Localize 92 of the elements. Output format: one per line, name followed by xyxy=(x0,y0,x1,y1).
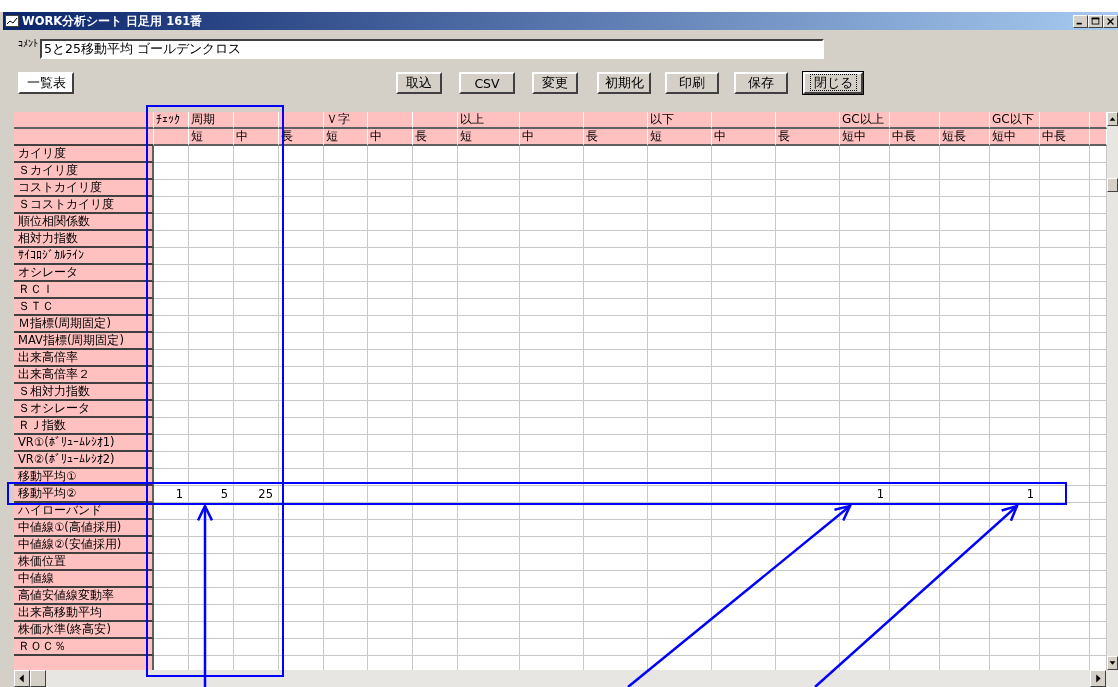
row-header: 高値安値線変動率 xyxy=(14,588,154,605)
command-button[interactable]: CSV xyxy=(459,72,515,94)
row-header: 中値線①(高値採用) xyxy=(14,520,154,537)
maximize-button[interactable] xyxy=(1088,14,1103,28)
chart-icon xyxy=(5,15,19,27)
row-header: 相対力指数 xyxy=(14,231,154,248)
column-group-header: ﾁｪｯｸ xyxy=(154,112,189,129)
table-cell: 5 xyxy=(189,486,234,503)
row-header: 出来高倍率２ xyxy=(14,367,154,384)
column-header: 長 xyxy=(776,129,840,146)
column-group-header: GC以下 xyxy=(990,112,1040,129)
row-header: オシレータ xyxy=(14,265,154,282)
header-cell xyxy=(520,112,584,129)
comment-field[interactable]: 5と25移動平均 ゴールデンクロス xyxy=(40,39,824,59)
table-cell: 1 xyxy=(990,486,1040,503)
column-header: 中 xyxy=(712,129,776,146)
column-header: 中 xyxy=(234,129,279,146)
row-header: 移動平均② xyxy=(14,486,154,503)
row-header: MAV指標(周期固定) xyxy=(14,333,154,350)
row-header: 順位相関係数 xyxy=(14,214,154,231)
command-button[interactable]: 取込 xyxy=(396,72,442,94)
row-header: 出来高移動平均 xyxy=(14,605,154,622)
row-header: コストカイリ度 xyxy=(14,180,154,197)
row-header: 出来高倍率 xyxy=(14,350,154,367)
column-group-header: GC以上 xyxy=(840,112,890,129)
column-header: 短 xyxy=(458,129,520,146)
scroll-right-icon[interactable] xyxy=(1090,670,1106,687)
window-title: WORK分析シート 日足用 161番 xyxy=(22,13,204,29)
row-header: カイリ度 xyxy=(14,146,154,163)
minimize-button[interactable] xyxy=(1073,14,1088,28)
command-button[interactable]: 変更 xyxy=(532,72,578,94)
row-header: Ｓカイリ度 xyxy=(14,163,154,180)
header-cell xyxy=(1040,112,1090,129)
column-header: 中長 xyxy=(890,129,940,146)
column-header: 長 xyxy=(584,129,648,146)
command-button[interactable]: 閉じる xyxy=(803,72,863,94)
column-header: 中 xyxy=(368,129,413,146)
column-group-header: 以下 xyxy=(648,112,712,129)
header-cell xyxy=(234,112,279,129)
command-button[interactable]: 印刷 xyxy=(665,72,719,94)
row-header: 株価水準(終高安) xyxy=(14,622,154,639)
header-cell xyxy=(279,112,324,129)
row-header: 中値線 xyxy=(14,571,154,588)
command-button[interactable]: 初期化 xyxy=(597,72,651,94)
row-header: ｻｲｺﾛｼﾞｶﾙﾗｲﾝ xyxy=(14,248,154,265)
table-cell: 1 xyxy=(840,486,890,503)
row-header: Ｓコストカイリ度 xyxy=(14,197,154,214)
scroll-left-icon[interactable] xyxy=(14,670,30,687)
horizontal-scrollbar[interactable] xyxy=(14,670,1118,687)
scroll-thumb[interactable] xyxy=(1107,178,1118,192)
row-header: VR①(ﾎﾞﾘｭｰﾑﾚｼｵ1) xyxy=(14,435,154,452)
scroll-up-icon[interactable] xyxy=(1107,112,1118,126)
scroll-thumb[interactable] xyxy=(30,670,46,687)
column-header: 短中 xyxy=(990,129,1040,146)
column-header: 中長 xyxy=(1040,129,1090,146)
row-header: Ｓオシレータ xyxy=(14,401,154,418)
header-cell xyxy=(368,112,413,129)
column-header: 短 xyxy=(648,129,712,146)
column-header: 短 xyxy=(324,129,368,146)
comment-label: ｺﾒﾝﾄ xyxy=(18,38,38,49)
row-header: ＳＴＣ xyxy=(14,299,154,316)
column-header: 短 xyxy=(189,129,234,146)
row-header: ＲＯＣ％ xyxy=(14,639,154,656)
row-header: ＲＣＩ xyxy=(14,282,154,299)
row-header: 株価位置 xyxy=(14,554,154,571)
row-header: ＲＪ指数 xyxy=(14,418,154,435)
header-cell xyxy=(413,112,458,129)
column-group-header: 以上 xyxy=(458,112,520,129)
scroll-down-icon[interactable] xyxy=(1107,656,1118,670)
command-button[interactable]: 保存 xyxy=(734,72,788,94)
column-group-header: Ｖ字 xyxy=(324,112,368,129)
header-cell xyxy=(940,112,990,129)
table-cell: 1 xyxy=(154,486,189,503)
column-header: 短長 xyxy=(940,129,990,146)
close-button[interactable] xyxy=(1103,14,1118,28)
row-header: VR②(ﾎﾞﾘｭｰﾑﾚｼｵ2) xyxy=(14,452,154,469)
column-header: 短中 xyxy=(840,129,890,146)
row-header: Ｍ指標(周期固定) xyxy=(14,316,154,333)
list-button[interactable]: 一覧表 xyxy=(18,72,74,94)
header-cell xyxy=(584,112,648,129)
row-header: Ｓ相対力指数 xyxy=(14,384,154,401)
vertical-scrollbar[interactable] xyxy=(1107,112,1118,670)
header-cell xyxy=(890,112,940,129)
table-cell: 25 xyxy=(234,486,279,503)
column-header: 長 xyxy=(413,129,458,146)
column-group-header: 周期 xyxy=(189,112,234,129)
header-cell xyxy=(154,129,189,146)
header-cell xyxy=(776,112,840,129)
row-header: 中値線②(安値採用) xyxy=(14,537,154,554)
column-header: 中 xyxy=(520,129,584,146)
header-cell xyxy=(712,112,776,129)
header-cell xyxy=(1090,112,1107,129)
